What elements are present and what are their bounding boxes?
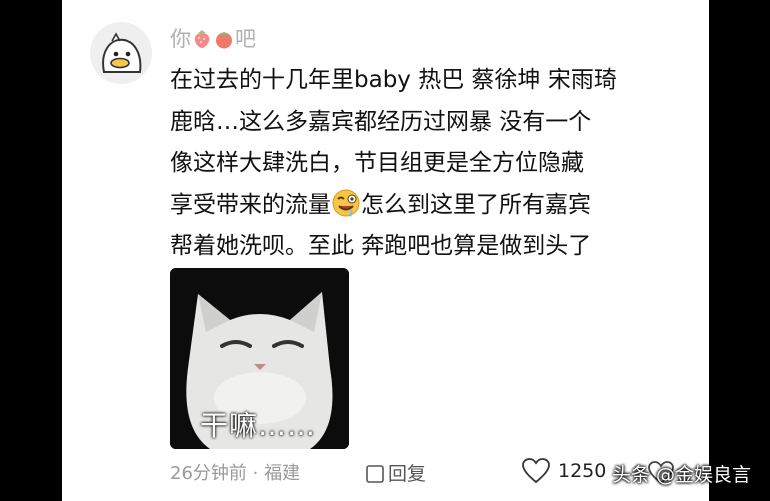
like-button[interactable]: 1250 bbox=[522, 458, 606, 484]
like-count: 1250 bbox=[558, 460, 607, 482]
comment-line-2: 鹿晗…这么多嘉宾都经历过网暴 没有一个 bbox=[170, 108, 592, 135]
comment-line-4a: 享受带来的流量 bbox=[170, 191, 331, 218]
duck-avatar-icon bbox=[90, 22, 152, 84]
reply-label: 回复 bbox=[388, 463, 427, 485]
reply-box-icon bbox=[366, 465, 384, 483]
tomato-icon bbox=[216, 32, 232, 49]
comment-line-3: 像这样大肆洗白，节目组更是全方位隐藏 bbox=[170, 150, 584, 176]
username-suffix: 吧 bbox=[235, 27, 256, 51]
comment-text: 在过去的十几年里baby 热巴 蔡徐坤 宋雨琦 鹿晗…这么多嘉宾都经历过网暴 没… bbox=[170, 60, 690, 268]
username-prefix: 你 bbox=[170, 27, 191, 51]
reply-button[interactable]: 回复 bbox=[365, 462, 426, 486]
comment-line-1: 在过去的十几年里baby 热巴 蔡徐坤 宋雨琦 bbox=[170, 67, 617, 93]
heart-icon bbox=[522, 458, 550, 484]
meme-image[interactable]: 干嘛…… bbox=[170, 268, 349, 449]
avatar[interactable] bbox=[90, 22, 152, 84]
comment-time-location: 26分钟前 · 福建 bbox=[170, 463, 301, 484]
meme-caption: 干嘛…… bbox=[200, 409, 317, 442]
username[interactable]: 你 吧 bbox=[170, 26, 256, 52]
comment-line-4: 享受带来的流量 怎么到这里了所有嘉宾 bbox=[170, 185, 690, 227]
strawberry-icon bbox=[194, 30, 210, 48]
comment-line-4b: 怎么到这里了所有嘉宾 bbox=[361, 191, 591, 218]
comment-line-5: 帮着她洗呗。至此 奔跑吧也算是做到头了 bbox=[170, 233, 592, 259]
watermark: 头条 @金娱良言 bbox=[612, 464, 752, 486]
drooling-face-icon bbox=[332, 189, 360, 217]
